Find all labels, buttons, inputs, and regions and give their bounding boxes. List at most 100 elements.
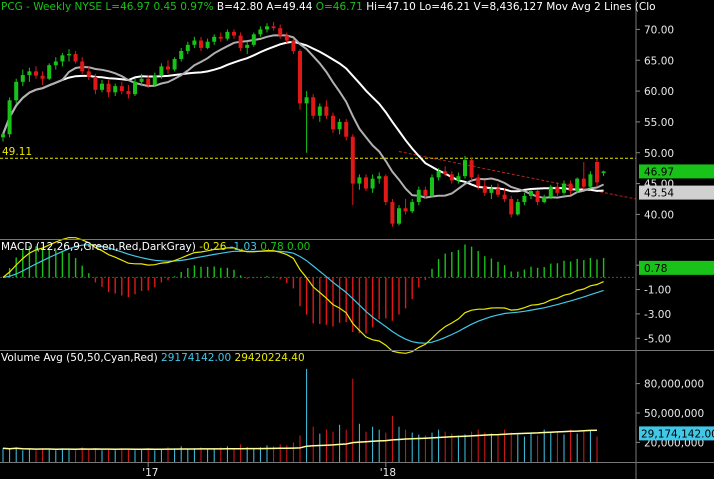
candle-body [502, 194, 507, 199]
candle-body [416, 189, 421, 203]
bid-value: B=42.80 [216, 1, 263, 13]
price-panel: 49.11 [0, 22, 637, 227]
macd-v3: 0.78 [260, 241, 284, 253]
x-tick-label: '18 [380, 467, 396, 479]
candle-body [284, 35, 289, 41]
macd-header: MACD (12,26,9,Green,Red,DarkGray) -0.26 … [1, 241, 310, 253]
level-label: 49.11 [2, 146, 32, 158]
candle-body [515, 202, 520, 215]
last-price-tag: 46.97 [644, 166, 674, 178]
candle-body [601, 171, 606, 174]
candle-body [331, 115, 335, 130]
candle-body [298, 51, 302, 104]
candle-body [113, 86, 118, 93]
candle-body [205, 41, 210, 48]
candle-body [476, 177, 481, 187]
candle-body [430, 177, 434, 196]
candle-body [67, 54, 71, 56]
candle-body [568, 183, 573, 191]
candle-body [27, 71, 32, 76]
candle-body [588, 174, 593, 187]
macd-v4: 0.00 [286, 241, 311, 253]
candle-body [496, 188, 500, 195]
candle-body [535, 190, 540, 203]
candle-body [304, 97, 309, 104]
candle-body [93, 76, 98, 90]
price-header: PCG - Weekly NYSE L=46.97 0.45 0.97% B=4… [1, 1, 656, 13]
candle-body [522, 195, 527, 203]
candle-body [397, 208, 401, 224]
macd-v2: -1.03 [229, 241, 257, 253]
volume-v2: 29420224.40 [234, 352, 305, 364]
macd-tick-label: -1.00 [644, 285, 671, 297]
candle-body [595, 162, 599, 183]
candle-body [192, 40, 197, 45]
candle-body [34, 71, 38, 76]
candle-body [212, 36, 217, 42]
candle-body [423, 189, 428, 196]
macd-line [2, 236, 604, 354]
candle-body [1, 134, 5, 138]
candle-body [581, 178, 586, 187]
candle-body [489, 188, 494, 193]
candle-body [482, 186, 487, 193]
volume-tag: 29,174,142.00 [641, 428, 714, 440]
candle-body [80, 61, 85, 72]
candle-body [291, 40, 296, 51]
candle-body [271, 26, 276, 29]
volume-tick-label: 50,000,000 [644, 408, 704, 420]
candle-body [337, 121, 342, 130]
candle-body [555, 186, 560, 193]
volume-tick-label: 80,000,000 [644, 379, 704, 391]
study-label: Mov Avg 2 Lines (Clo [546, 1, 656, 13]
candle-body [159, 66, 164, 76]
candle-body [106, 83, 111, 93]
candle-body [179, 51, 184, 60]
candle-body [542, 197, 547, 203]
candle-body [344, 121, 349, 137]
candle-body [390, 202, 395, 224]
candle-body [317, 106, 322, 116]
volume-panel [2, 368, 598, 462]
candle-body [562, 183, 566, 193]
candle-body [133, 81, 137, 95]
last-value: L=46.97 [105, 1, 151, 13]
candle-body [232, 31, 236, 36]
ma-tag: 43.54 [644, 188, 674, 200]
candle-body [7, 100, 12, 135]
candle-body [436, 171, 441, 178]
stock-chart[interactable]: 49.11 40.0045.0050.0055.0060.0065.0070.0… [0, 0, 714, 479]
candle-body [238, 35, 243, 48]
price-tick-label: 55.00 [644, 117, 674, 129]
volume-v1: 29174142.00 [161, 352, 232, 364]
candle-body [364, 177, 368, 189]
candle-body [529, 190, 533, 196]
symbol-line: PCG - Weekly NYSE [1, 1, 103, 13]
price-tick-label: 50.00 [644, 148, 674, 160]
open-value: O=46.71 [315, 1, 363, 13]
ask-value: A=49.44 [266, 1, 313, 13]
volume-header: Volume Avg (50,50,Cyan,Red) 29174142.00 … [1, 352, 305, 364]
candle-body [403, 208, 408, 212]
macd-tick-label: -3.00 [644, 309, 671, 321]
macd-v1: -0.26 [199, 241, 227, 253]
low-value: Lo=46.21 [419, 1, 471, 13]
candle-body [60, 55, 65, 62]
candle-body [119, 86, 124, 92]
candle-body [311, 97, 316, 116]
price-tick-label: 40.00 [644, 209, 674, 221]
candle-body [245, 44, 250, 48]
macd-tick-label: -5.00 [644, 333, 671, 345]
candle-body [47, 65, 52, 79]
candle-body [410, 202, 415, 212]
candle-body [469, 160, 474, 178]
candle-body [278, 28, 283, 36]
x-tick-label: '17 [142, 467, 158, 479]
candle-body [185, 44, 190, 51]
candle-body [449, 174, 454, 181]
candle-body [509, 199, 514, 215]
macd-panel [0, 236, 636, 354]
candle-body [265, 26, 269, 30]
candle-body [86, 71, 91, 77]
candle-body [377, 176, 382, 179]
